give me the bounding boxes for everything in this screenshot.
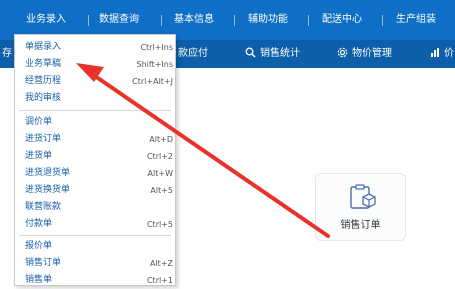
red-arrow-annotation — [76, 63, 330, 238]
